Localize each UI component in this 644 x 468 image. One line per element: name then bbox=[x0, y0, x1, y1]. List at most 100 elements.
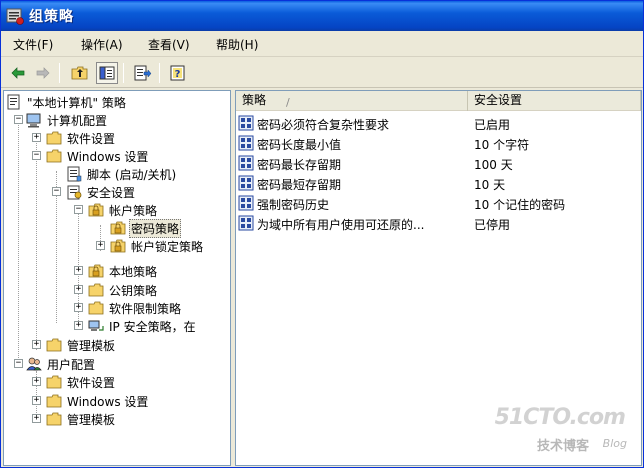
policy-setting-icon bbox=[238, 215, 254, 231]
network-computer-icon bbox=[88, 320, 104, 331]
tree-node-local-policies[interactable]: 本地策略 bbox=[88, 262, 159, 280]
policy-name: 强制密码历史 bbox=[257, 198, 330, 212]
back-button[interactable] bbox=[7, 62, 29, 84]
toolbar-separator bbox=[159, 63, 160, 83]
expand-toggle[interactable]: + bbox=[32, 340, 41, 349]
policy-setting-icon bbox=[238, 115, 254, 131]
tree-node-public-key-policies[interactable]: 公钥策略 bbox=[88, 281, 159, 299]
menu-view[interactable]: 查看(V) bbox=[148, 36, 190, 53]
tree-label-password-policy: 密码策略 bbox=[129, 218, 182, 238]
menu-action[interactable]: 操作(A) bbox=[81, 36, 123, 53]
collapse-toggle[interactable]: − bbox=[32, 151, 41, 160]
menu-file[interactable]: 文件(F) bbox=[13, 36, 53, 53]
expand-toggle[interactable]: + bbox=[32, 133, 41, 142]
expand-toggle[interactable]: + bbox=[32, 414, 41, 423]
policy-row[interactable]: 为域中所有用户使用可还原的... 已停用 bbox=[236, 213, 641, 233]
tree-label-software-restriction: 软件限制策略 bbox=[109, 301, 182, 316]
tree-label-local-policies: 本地策略 bbox=[109, 264, 158, 279]
svg-text:?: ? bbox=[175, 69, 181, 80]
folder-icon bbox=[46, 338, 62, 352]
tree-node-lockout-policy[interactable]: 帐户锁定策略 bbox=[110, 237, 205, 255]
tree-label-account-policies: 帐户策略 bbox=[109, 203, 158, 218]
tree-label-security-settings: 安全设置 bbox=[87, 185, 136, 200]
tree-node-computer-config[interactable]: 计算机配置 bbox=[26, 111, 109, 129]
tree-label-admin-templates: 管理模板 bbox=[67, 338, 116, 353]
toolbar-separator bbox=[123, 63, 124, 83]
folder-icon bbox=[88, 301, 104, 315]
help-icon: ? bbox=[170, 65, 185, 81]
policy-document-icon bbox=[7, 94, 20, 110]
policy-row[interactable]: 密码必须符合复杂性要求 已启用 bbox=[236, 113, 641, 133]
tree-node-scripts[interactable]: 脚本 (启动/关机) bbox=[66, 165, 178, 183]
tree-label-windows-settings: Windows 设置 bbox=[67, 149, 149, 164]
export-list-button[interactable] bbox=[132, 62, 154, 84]
tree-root-label: "本地计算机" 策略 bbox=[27, 95, 126, 110]
tree-label-public-key-policies: 公钥策略 bbox=[109, 283, 158, 298]
expand-toggle[interactable]: + bbox=[74, 321, 83, 330]
tree-node-user-windows-settings[interactable]: Windows 设置 bbox=[46, 392, 150, 410]
collapse-toggle[interactable]: − bbox=[14, 115, 23, 124]
group-policy-app-icon bbox=[6, 8, 24, 25]
expand-toggle[interactable]: + bbox=[74, 266, 83, 275]
policy-row[interactable]: 强制密码历史 10 个记住的密码 bbox=[236, 193, 641, 213]
expand-toggle[interactable]: + bbox=[74, 285, 83, 294]
tree-node-admin-templates[interactable]: 管理模板 bbox=[46, 336, 117, 354]
help-button[interactable]: ? bbox=[168, 62, 190, 84]
menu-help[interactable]: 帮助(H) bbox=[216, 36, 258, 53]
folder-icon bbox=[46, 131, 62, 145]
policy-value: 10 个记住的密码 bbox=[474, 198, 566, 212]
collapse-toggle[interactable]: − bbox=[74, 205, 83, 214]
tree-node-account-policies[interactable]: 帐户策略 bbox=[88, 201, 159, 219]
tree-node-software-settings[interactable]: 软件设置 bbox=[46, 129, 117, 147]
tree-label-scripts: 脚本 (启动/关机) bbox=[87, 167, 177, 182]
expand-toggle[interactable]: + bbox=[32, 377, 41, 386]
tree-node-windows-settings[interactable]: Windows 设置 bbox=[46, 147, 150, 165]
console-tree-pane[interactable]: "本地计算机" 策略 − 计算机配置 + 软件设置 − Windows 设置 脚… bbox=[3, 90, 231, 466]
details-pane[interactable]: 策略 / 安全设置 密码必须符合复杂性要求 已启用 密码长度最小值 10 个字符… bbox=[235, 90, 642, 466]
tree-node-user-config[interactable]: 用户配置 bbox=[26, 355, 97, 373]
lock-folder-icon bbox=[88, 203, 104, 217]
policy-value: 已启用 bbox=[474, 118, 511, 132]
policy-value: 100 天 bbox=[474, 158, 513, 172]
sort-indicator: / bbox=[286, 96, 290, 109]
column-header-security-setting[interactable]: 安全设置 bbox=[468, 91, 641, 111]
collapse-toggle[interactable]: − bbox=[14, 359, 23, 368]
policy-row[interactable]: 密码长度最小值 10 个字符 bbox=[236, 133, 641, 153]
policy-name: 为域中所有用户使用可还原的... bbox=[257, 218, 425, 232]
forward-arrow-icon bbox=[36, 67, 50, 79]
column-header-policy[interactable]: 策略 / bbox=[236, 91, 468, 111]
lock-folder-icon bbox=[88, 264, 104, 278]
expand-toggle[interactable]: + bbox=[96, 241, 105, 250]
show-hide-tree-button[interactable] bbox=[96, 62, 118, 84]
security-settings-icon bbox=[67, 185, 82, 200]
title-bar[interactable]: 组策略 bbox=[1, 1, 643, 31]
group-policy-window: 组策略 文件(F) 操作(A) 查看(V) 帮助(H) ? "本地计算机" 策略… bbox=[0, 0, 644, 468]
tree-node-ip-security[interactable]: IP 安全策略，在 bbox=[88, 317, 198, 335]
forward-button[interactable] bbox=[32, 62, 54, 84]
folder-icon bbox=[46, 375, 62, 389]
tree-root[interactable]: "本地计算机" 策略 bbox=[6, 93, 128, 111]
expand-toggle[interactable]: + bbox=[32, 396, 41, 405]
tree-label-ip-security: IP 安全策略，在 bbox=[109, 319, 196, 334]
tree-node-user-software-settings[interactable]: 软件设置 bbox=[46, 373, 117, 391]
tree-node-user-admin-templates[interactable]: 管理模板 bbox=[46, 410, 117, 428]
tree-label-computer-config: 计算机配置 bbox=[47, 113, 108, 128]
folder-icon bbox=[46, 412, 62, 426]
policy-name: 密码最短存留期 bbox=[257, 178, 342, 192]
export-list-icon bbox=[134, 65, 152, 81]
lock-folder-icon bbox=[110, 239, 126, 253]
expand-toggle[interactable]: + bbox=[74, 303, 83, 312]
tree-node-password-policy[interactable]: 密码策略 bbox=[110, 218, 182, 238]
policy-name: 密码长度最小值 bbox=[257, 138, 342, 152]
tree-node-software-restriction[interactable]: 软件限制策略 bbox=[88, 299, 183, 317]
folder-icon bbox=[46, 394, 62, 408]
tree-node-security-settings[interactable]: 安全设置 bbox=[66, 183, 137, 201]
tree-label-user-software-settings: 软件设置 bbox=[67, 375, 116, 390]
policy-row[interactable]: 密码最长存留期 100 天 bbox=[236, 153, 641, 173]
policy-row[interactable]: 密码最短存留期 10 天 bbox=[236, 173, 641, 193]
up-one-level-button[interactable] bbox=[69, 62, 91, 84]
collapse-toggle[interactable]: − bbox=[52, 187, 61, 196]
policy-setting-icon bbox=[238, 135, 254, 151]
tree-label-user-config: 用户配置 bbox=[47, 357, 96, 372]
tree-label-lockout-policy: 帐户锁定策略 bbox=[131, 239, 204, 254]
